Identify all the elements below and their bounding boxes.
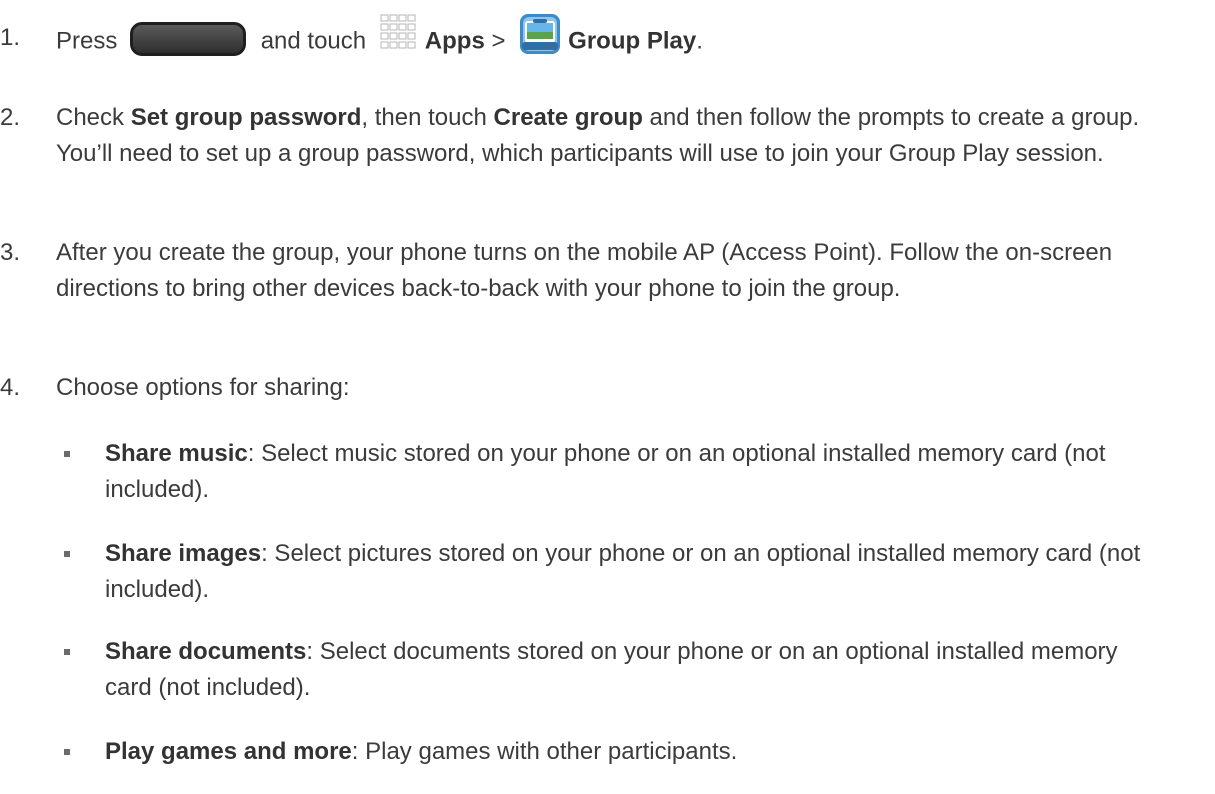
step-number: 3.	[0, 239, 21, 266]
option-share-music: Share music: Select music stored on your…	[0, 436, 1200, 508]
group-play-app-icon	[518, 12, 562, 56]
step-4: 4. Choose options for sharing:	[0, 370, 1200, 406]
apps-grid-icon	[379, 13, 419, 55]
bullet-icon	[64, 551, 70, 557]
step-text-segment: , then touch	[361, 104, 487, 131]
step-2: 2. Check Set group password, then touch …	[0, 100, 1200, 172]
option-share-images: Share images: Select pictures stored on …	[0, 536, 1200, 608]
group-play-label: Group Play	[568, 27, 697, 55]
step-3: 3. After you create the group, your phon…	[0, 235, 1200, 307]
option-text: Play games and more: Play games with oth…	[105, 734, 1200, 770]
step-text: Press and touch Apps > Group Play.	[56, 14, 1200, 64]
option-share-documents: Share documents: Select documents stored…	[0, 634, 1200, 706]
document-page: 1. Press and touch Apps > Group Play. 2.…	[0, 0, 1215, 794]
option-title: Share images	[105, 540, 262, 567]
create-group-label: Create group	[493, 104, 643, 131]
bullet-icon	[64, 749, 70, 755]
step-text-segment: >	[491, 27, 506, 55]
option-title: Play games and more	[105, 738, 352, 765]
step-text-segment: and touch	[260, 27, 367, 55]
option-text: Share images: Select pictures stored on …	[105, 536, 1160, 608]
step-number: 2.	[0, 104, 21, 131]
option-text: Share documents: Select documents stored…	[105, 634, 1160, 706]
step-number: 1.	[0, 24, 21, 51]
option-description: : Play games with other participants.	[351, 738, 738, 765]
home-key-icon	[130, 22, 247, 56]
option-play-games: Play games and more: Play games with oth…	[0, 734, 1200, 770]
option-description: : Select music stored on your phone or o…	[105, 440, 1106, 503]
step-text: After you create the group, your phone t…	[56, 239, 1113, 302]
set-group-password-label: Set group password	[130, 104, 362, 131]
option-title: Share documents	[105, 638, 307, 665]
apps-label: Apps	[424, 27, 485, 55]
bullet-icon	[64, 451, 70, 457]
step-1: 1. Press and touch Apps > Group Play.	[0, 14, 1200, 64]
step-text: Choose options for sharing:	[56, 374, 350, 401]
step-text-segment: Press	[56, 27, 118, 55]
step-number: 4.	[0, 374, 21, 401]
step-text-segment: .	[696, 27, 703, 55]
step-text-segment: Check	[56, 104, 125, 131]
step-text: Check Set group password, then touch Cre…	[56, 100, 1200, 172]
option-description: : Select pictures stored on your phone o…	[105, 540, 1141, 603]
option-title: Share music	[105, 440, 248, 467]
option-text: Share music: Select music stored on your…	[105, 436, 1200, 508]
bullet-icon	[64, 649, 70, 655]
